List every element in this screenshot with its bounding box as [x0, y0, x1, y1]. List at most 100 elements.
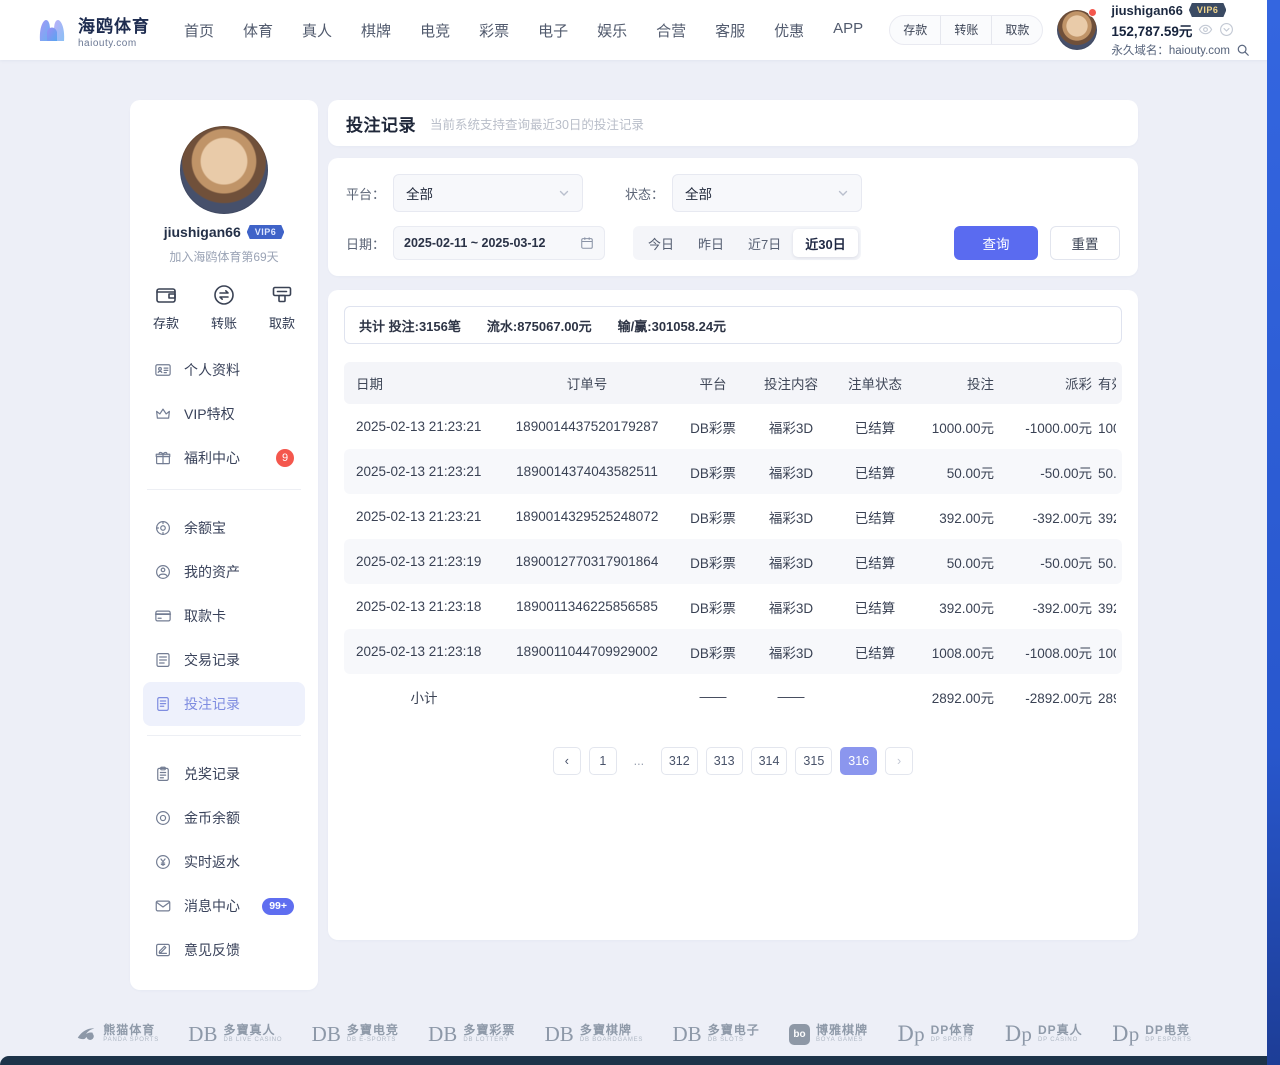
- sidebar-item-coins[interactable]: 金币余额: [143, 796, 305, 840]
- sidebar-item-profile[interactable]: 个人资料: [143, 348, 305, 392]
- page-button-313[interactable]: 313: [706, 747, 743, 775]
- cell: 2025-02-13 21:23:21: [350, 464, 498, 479]
- sidebar-menu-mid: 余额宝我的资产取款卡交易记录投注记录: [143, 506, 305, 726]
- refresh-balance-icon[interactable]: [1219, 22, 1234, 37]
- cell: 50.00元: [918, 462, 1000, 482]
- cell: 已结算: [832, 507, 918, 527]
- profile-avatar[interactable]: [180, 126, 268, 214]
- divider: [147, 735, 301, 736]
- nav-item[interactable]: 娱乐: [597, 20, 627, 41]
- page-button-316[interactable]: 316: [840, 747, 877, 775]
- platform-select[interactable]: 全部: [393, 174, 583, 212]
- date-quick-昨日[interactable]: 昨日: [686, 229, 736, 257]
- cell: -50.00元: [1000, 552, 1098, 572]
- sidebar-item-yuebao[interactable]: 余额宝: [143, 506, 305, 550]
- cell: 1890014329525248072: [498, 509, 676, 524]
- status-value: 全部: [685, 183, 712, 203]
- summary-turnover: 流水:875067.00元: [487, 316, 592, 335]
- nav-item[interactable]: 电子: [538, 20, 568, 41]
- page-button-315[interactable]: 315: [795, 747, 832, 775]
- atm-icon: [270, 283, 294, 307]
- quick-action-withdraw[interactable]: 取款: [269, 283, 295, 332]
- page-button-1[interactable]: 1: [589, 747, 617, 775]
- sidebar-item-vip[interactable]: VIP特权: [143, 392, 305, 436]
- nav-item[interactable]: 首页: [184, 20, 214, 41]
- cell: 392.00元: [918, 507, 1000, 527]
- sidebar-item-assets[interactable]: 我的资产: [143, 550, 305, 594]
- nav-item[interactable]: 电竞: [420, 20, 450, 41]
- page-button-314[interactable]: 314: [751, 747, 788, 775]
- sidebar-item-redeem[interactable]: 兑奖记录: [143, 752, 305, 796]
- nav-item[interactable]: 彩票: [479, 20, 509, 41]
- sidebar-item-transactions[interactable]: 交易记录: [143, 638, 305, 682]
- next-page-button[interactable]: ›: [885, 747, 913, 775]
- brand-logo[interactable]: 海鸥体育 haiouty.com: [34, 12, 150, 49]
- eye-icon[interactable]: [1198, 22, 1213, 37]
- nav-item[interactable]: 客服: [715, 20, 745, 41]
- sidebar-item-rebate[interactable]: 实时返水: [143, 840, 305, 884]
- date-quick-近7日[interactable]: 近7日: [736, 229, 793, 257]
- brand-text: DP体育DP SPORTS: [931, 1024, 976, 1045]
- db-logo-icon: DB: [545, 1024, 574, 1045]
- cell: -1000.00元: [1000, 417, 1098, 437]
- quick-action-deposit[interactable]: 存款: [153, 283, 179, 332]
- sidebar-item-messages[interactable]: 消息中心 99+: [143, 884, 305, 928]
- cell: 小计: [350, 687, 498, 707]
- sidebar-item-welfare[interactable]: 福利中心9: [143, 436, 305, 480]
- nav-item[interactable]: APP: [833, 20, 863, 41]
- wallet-action-deposit[interactable]: 存款: [890, 16, 940, 44]
- sidebar-item-label: 余额宝: [184, 518, 226, 538]
- date-quick-近30日[interactable]: 近30日: [793, 229, 857, 257]
- chevron-down-icon: [558, 187, 570, 199]
- wallet-action-withdraw[interactable]: 取款: [991, 16, 1042, 44]
- username: jiushigan66: [1111, 3, 1183, 18]
- dp-logo-icon: Ⅾp: [1112, 1024, 1139, 1045]
- window-edge-strip: [1267, 0, 1280, 1065]
- chevron-down-icon: [837, 187, 849, 199]
- nav-item[interactable]: 优惠: [774, 20, 804, 41]
- wallet-icon: [154, 283, 178, 307]
- reset-button[interactable]: 重置: [1050, 226, 1120, 260]
- assets-icon: [154, 563, 172, 581]
- divider: [147, 489, 301, 490]
- cell: 2892.00元: [1098, 687, 1116, 707]
- nav-item[interactable]: 合营: [656, 20, 686, 41]
- page-button-312[interactable]: 312: [661, 747, 698, 775]
- wallet-action-transfer[interactable]: 转账: [940, 16, 991, 44]
- user-info: jiushigan66 VIP6 152,787.59元 永久域名：haiout…: [1111, 3, 1250, 58]
- cell: 1000.00元: [918, 417, 1000, 437]
- brand-多寶棋牌: DB多寶棋牌DB BOARDGAMES: [545, 1024, 644, 1045]
- page-subtitle: 当前系统支持查询最近30日的投注记录: [430, 114, 644, 133]
- prev-page-button[interactable]: ‹: [553, 747, 581, 775]
- platform-value: 全部: [406, 183, 433, 203]
- brand-name-zh: 熊猫体育: [103, 1024, 159, 1038]
- nav-item[interactable]: 棋牌: [361, 20, 391, 41]
- cell: 392.00元: [918, 597, 1000, 617]
- nav-item[interactable]: 体育: [243, 20, 273, 41]
- brand-name-en: DB LIVE CASINO: [223, 1037, 282, 1044]
- column-header: 有效投注额: [1098, 373, 1116, 393]
- sidebar-item-bet-records[interactable]: 投注记录: [143, 682, 305, 726]
- brand-name-zh: 多寶彩票: [463, 1024, 515, 1038]
- sidebar-quick-actions: 存款转账取款: [143, 283, 305, 332]
- date-range-picker[interactable]: 2025-02-11 ~ 2025-03-12: [393, 226, 605, 260]
- search-button[interactable]: 查询: [954, 226, 1038, 260]
- cell: 已结算: [832, 597, 918, 617]
- brand-domain: haiouty.com: [78, 38, 150, 49]
- sidebar-item-feedback[interactable]: 意见反馈: [143, 928, 305, 972]
- status-label: 状态：: [625, 184, 664, 203]
- gift-icon: [154, 449, 172, 467]
- sidebar-item-label: 取款卡: [184, 606, 226, 626]
- avatar[interactable]: [1057, 10, 1097, 50]
- date-quick-今日[interactable]: 今日: [636, 229, 686, 257]
- sidebar-item-label: 消息中心: [184, 896, 240, 916]
- search-icon[interactable]: [1236, 43, 1250, 57]
- brand-name-en: DP SPORTS: [931, 1037, 976, 1044]
- quick-action-transfer[interactable]: 转账: [211, 283, 237, 332]
- sidebar-item-withdraw-card[interactable]: 取款卡: [143, 594, 305, 638]
- cell: ——: [750, 689, 832, 704]
- badge-blue: 99+: [262, 898, 294, 915]
- nav-item[interactable]: 真人: [302, 20, 332, 41]
- mail-icon: [154, 897, 172, 915]
- status-select[interactable]: 全部: [672, 174, 862, 212]
